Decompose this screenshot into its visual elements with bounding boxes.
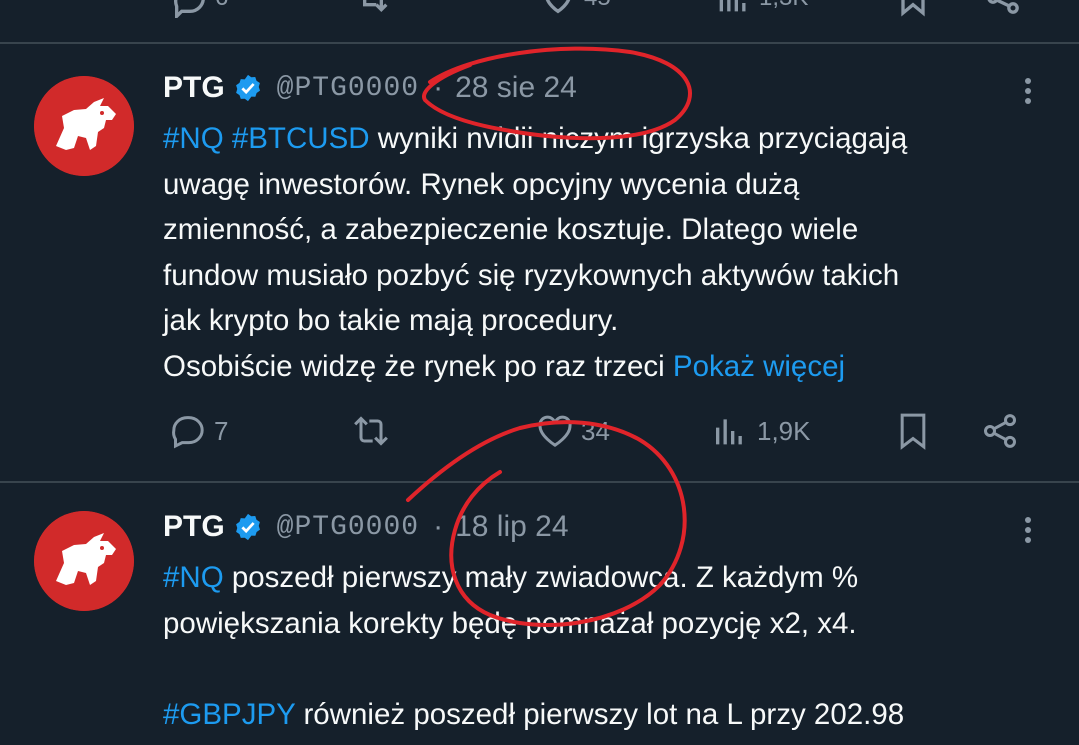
tweet-text-segment: również poszedł pierwszy lot na L przy 2…	[295, 697, 905, 731]
tweet-actions: 7 34 1,9K	[163, 406, 1043, 456]
reply-button[interactable]: 7	[168, 406, 228, 456]
tweet-header: PTG @PTG0000 · 28 sie 24	[163, 66, 577, 110]
reply-count: 7	[214, 415, 229, 446]
hashtag-link[interactable]: #NQ	[163, 561, 224, 594]
reply-icon[interactable]	[170, 0, 210, 25]
retweet-icon	[354, 416, 388, 446]
bookmark-icon	[900, 413, 926, 450]
tweet-text-segment: wyniki nvidii niczym igrzyska przyciągaj…	[369, 122, 908, 155]
hashtag-link[interactable]: #NQ #BTCUSD	[163, 122, 370, 155]
tweet-text-line: powiększania korekty będę pomnażał pozyc…	[163, 601, 1043, 647]
tweet-text-line: Osobiście widzę że rynek po raz trzeci P…	[163, 344, 1043, 390]
tweet-text-line: zmienność, a zabezpieczenie kosztuje. Dl…	[163, 207, 1043, 253]
bookmark-button[interactable]	[893, 406, 933, 456]
tweet-text-line: #GBPJPY również poszedł pierwszy lot na …	[163, 692, 1043, 738]
verified-icon	[233, 73, 263, 103]
tweet-text: #NQ #BTCUSD wyniki nvidii niczym igrzysk…	[163, 116, 1043, 389]
views-count: 1,3K	[759, 0, 808, 12]
reply-count: 6	[215, 0, 228, 12]
tweet-text-segment: Osobiście widzę że rynek po raz trzeci	[163, 349, 673, 383]
tweet-text-line: uwagę inwestorów. Rynek opcyjny wycenia …	[163, 162, 1043, 208]
views-button[interactable]: 1,9K	[711, 406, 811, 456]
tweet[interactable]: PTG @PTG0000 · 28 sie 24 #NQ #BTCUSD wyn…	[0, 44, 1079, 481]
tweet[interactable]: PTG @PTG0000 · 18 lip 24 #NQ poszedł pie…	[0, 483, 1079, 745]
separator: ·	[433, 71, 444, 104]
more-icon[interactable]	[1018, 513, 1038, 553]
tweet-text-line: #NQ poszedł pierwszy mały zwiadowca. Z k…	[163, 555, 1043, 601]
share-icon	[983, 414, 1017, 448]
display-name[interactable]: PTG	[163, 510, 225, 544]
like-button[interactable]: 34	[535, 406, 610, 456]
share-icon[interactable]	[983, 0, 1023, 25]
like-count: 34	[581, 415, 610, 446]
views-count: 1,9K	[757, 415, 811, 446]
tweet-text-segment: uwagę inwestorów. Rynek opcyjny wycenia …	[163, 167, 800, 201]
timestamp[interactable]: 28 sie 24	[455, 71, 577, 105]
tweet-text-line: jak krypto bo takie mają procedury.	[163, 298, 1043, 344]
tweet-text-segment: jak krypto bo takie mają procedury.	[163, 304, 619, 337]
tweet-text-line	[163, 646, 1043, 692]
tweet-text-segment: powiększania korekty będę pomnażał pozyc…	[163, 606, 857, 640]
avatar[interactable]	[34, 511, 134, 611]
reply-icon	[172, 416, 204, 449]
tweet-text-line: fundow musiało pozbyć się ryzykownych ak…	[163, 253, 1043, 299]
tweet-text: #NQ poszedł pierwszy mały zwiadowca. Z k…	[163, 555, 1043, 737]
tweet-text-segment: poszedł pierwszy mały zwiadowca. Z każdy…	[223, 561, 859, 594]
retweet-button[interactable]	[351, 406, 397, 456]
verified-icon	[233, 512, 263, 542]
retweet-icon[interactable]	[353, 0, 393, 25]
more-icon[interactable]	[1018, 74, 1038, 114]
like-icon	[538, 415, 572, 447]
tweet-text-segment: fundow musiało pozbyć się ryzykownych ak…	[163, 258, 900, 292]
like-count: 45	[584, 0, 611, 12]
views-icon[interactable]	[713, 0, 753, 25]
tweet-header: PTG @PTG0000 · 18 lip 24	[163, 505, 569, 549]
tweet-text-line: #NQ #BTCUSD wyniki nvidii niczym igrzysk…	[163, 116, 1043, 162]
previous-tweet-actions: 6 45 1,3K	[0, 0, 1079, 21]
separator: ·	[433, 510, 444, 543]
display-name[interactable]: PTG	[163, 71, 225, 105]
tweet-text-segment: zmienność, a zabezpieczenie kosztuje. Dl…	[163, 213, 859, 246]
timestamp[interactable]: 18 lip 24	[455, 510, 568, 544]
hashtag-link[interactable]: #GBPJPY	[163, 698, 295, 731]
share-button[interactable]	[980, 406, 1020, 456]
views-icon	[716, 419, 742, 445]
bookmark-icon[interactable]	[893, 0, 933, 25]
show-more-link[interactable]: Pokaż więcej	[673, 350, 845, 383]
handle[interactable]: @PTG0000	[277, 73, 419, 104]
like-icon[interactable]	[538, 0, 578, 25]
handle[interactable]: @PTG0000	[277, 512, 419, 543]
avatar[interactable]	[34, 76, 134, 176]
